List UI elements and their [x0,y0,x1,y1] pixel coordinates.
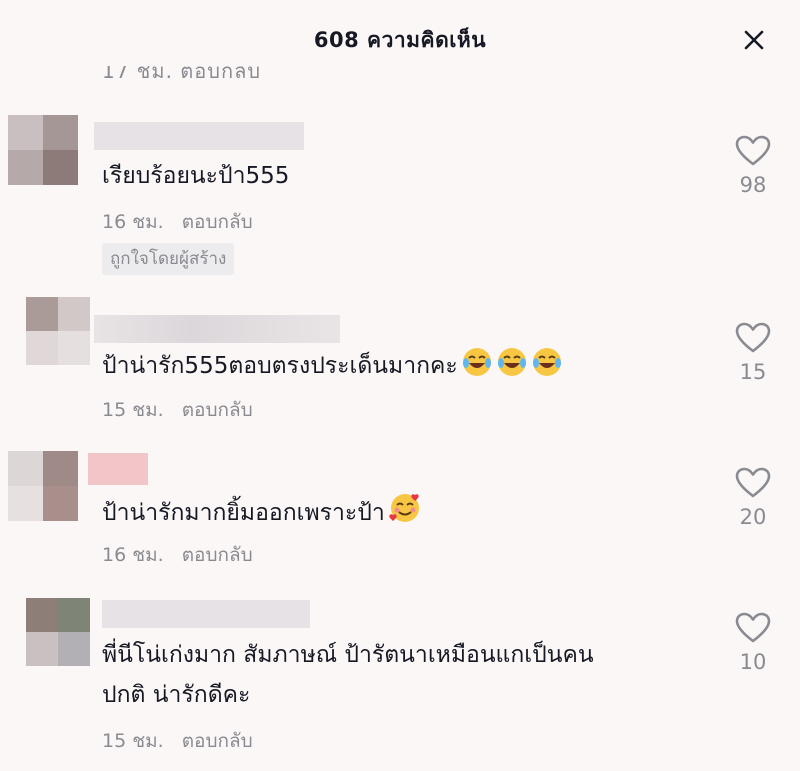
like-button[interactable] [733,612,773,648]
like-count: 10 [739,650,767,674]
comment-time: 15 ชม. [102,730,164,752]
username-blurred[interactable] [94,122,304,150]
smiling-face-with-hearts-icon [388,491,422,536]
comment-text: ป้าน่ารัก555ตอบตรงประเด็นมากคะ [102,346,563,389]
reply-button[interactable]: ตอบกลับ [182,540,253,570]
like-count: 15 [739,360,767,384]
reply-button[interactable]: ตอบกลับ [182,207,253,237]
avatar[interactable] [26,598,90,666]
close-icon [744,30,764,50]
avatar[interactable] [8,451,78,521]
face-with-tears-of-joy-icon [531,346,563,389]
like-count: 98 [739,173,767,197]
comment-text-body: ป้าน่ารัก555ตอบตรงประเด็นมากคะ [102,353,458,379]
like-column: 20 [723,467,783,529]
heart-icon [735,322,771,353]
comment-meta: 15 ชม. ตอบกลับ [102,395,253,425]
username-blurred[interactable] [88,453,148,485]
like-column: 98 [723,135,783,197]
username-blurred[interactable] [94,315,340,343]
comment-text-line-2: ปกติ น่ารักดีคะ [102,682,251,708]
like-count: 20 [739,505,767,529]
like-button[interactable] [733,135,773,171]
avatar[interactable] [8,115,78,185]
comment-text: ป้าน่ารักมากยิ้มออกเพราะป้า [102,491,422,536]
face-with-tears-of-joy-icon [496,346,528,389]
comment-text-body: ป้าน่ารักมากยิ้มออกเพราะป้า [102,500,385,526]
like-column: 10 [723,612,783,674]
heart-icon [735,612,771,643]
heart-icon [735,467,771,498]
like-button[interactable] [733,322,773,358]
comments-count-title: 608 ความคิดเห็น [313,27,487,52]
like-column: 15 [723,322,783,384]
comment-text: เรียบร้อยนะป้า555 [102,163,290,189]
like-button[interactable] [733,467,773,503]
face-with-tears-of-joy-icon [461,346,493,389]
avatar[interactable] [26,297,90,365]
reply-button[interactable]: ตอบกลับ [182,395,253,425]
comment-time: 15 ชม. [102,399,164,421]
username-blurred[interactable] [102,600,310,628]
close-button[interactable] [738,24,770,56]
heart-icon [735,135,771,166]
comment-time: 16 ชม. [102,544,164,566]
comment-meta: 16 ชม. ตอบกลับ [102,540,253,570]
liked-by-creator-badge: ถูกใจโดยผู้สร้าง [102,243,235,275]
reply-button[interactable]: ตอบกลับ [182,726,253,756]
comment-meta: 15 ชม. ตอบกลับ [102,726,253,756]
previous-comment-meta: 17 ชม. ตอบกลับ [102,66,262,80]
comment-time: 16 ชม. [102,211,164,233]
comment-meta: 16 ชม. ตอบกลับ [102,207,253,237]
comment-text-line-1: พี่นีโน่เก่งมาก สัมภาษณ์ ป้ารัตนาเหมือนแ… [102,642,594,668]
